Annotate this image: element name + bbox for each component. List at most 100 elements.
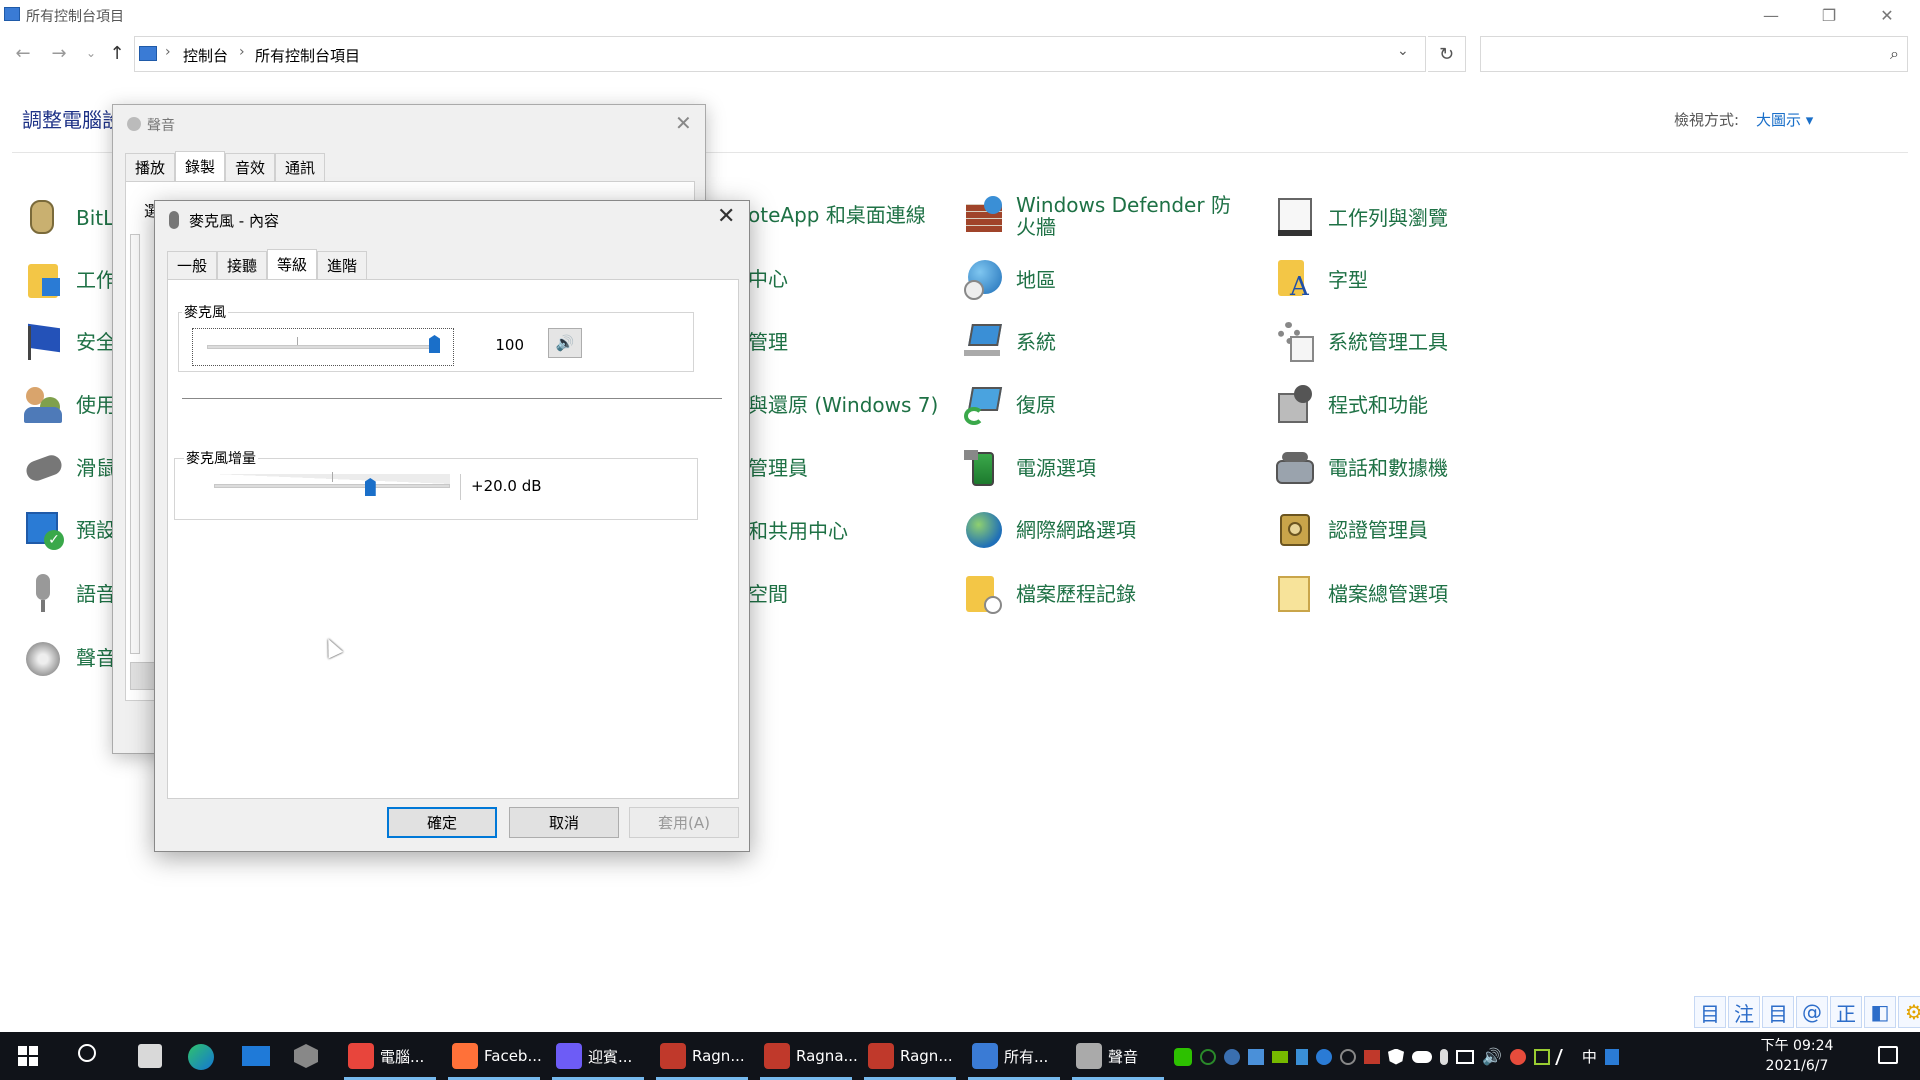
close-button[interactable]: ✕	[1858, 0, 1916, 30]
cp-item-speech-recognition[interactable]: 語音	[22, 572, 116, 616]
cp-item-region[interactable]: 地區	[962, 258, 1056, 302]
cancel-button[interactable]: 取消	[509, 807, 619, 838]
cp-item-recovery[interactable]: 復原	[962, 383, 1056, 427]
ime-tool-icon[interactable]: ⚙	[1898, 996, 1920, 1028]
edge-icon[interactable]	[188, 1044, 214, 1070]
search-icon[interactable]	[78, 1044, 96, 1062]
cp-item-bitlocker[interactable]: BitL	[22, 196, 114, 240]
taskbar-app-button[interactable]: 聲音	[1068, 1032, 1168, 1080]
cp-item-programs-features[interactable]: 程式和功能	[1274, 383, 1428, 427]
cp-item-credential-manager[interactable]: 認證管理員	[1274, 508, 1428, 552]
defender-icon[interactable]	[1388, 1048, 1404, 1065]
cp-item-fonts[interactable]: A 字型	[1274, 258, 1368, 302]
cp-item-network-sharing[interactable]: 和共用中心	[748, 520, 848, 542]
ime-tool-icon[interactable]: 目	[1694, 996, 1726, 1028]
slider-thumb[interactable]	[364, 478, 376, 496]
line-icon[interactable]	[1174, 1047, 1192, 1066]
volume-icon[interactable]: 🔊	[1482, 1047, 1502, 1066]
cp-item-sound[interactable]: 聲音	[22, 636, 116, 680]
restore-button[interactable]: ❐	[1800, 0, 1858, 30]
tab-listen[interactable]: 接聽	[217, 251, 268, 279]
cp-item-internet-options[interactable]: 網際網路選項	[962, 508, 1136, 552]
clock[interactable]: 下午 09:24 2021/6/7	[1752, 1036, 1842, 1076]
cp-item-remoteapp[interactable]: oteApp 和桌面連線	[748, 204, 926, 226]
tray-app-icon[interactable]	[1296, 1048, 1308, 1065]
cp-item-system[interactable]: 系統	[962, 320, 1056, 364]
mic-properties-dialog[interactable]: 麥克風 - 內容 ✕ 一般 接聽 等級 進階 麥克風 100 🔊 麥克風增量 +…	[154, 200, 750, 852]
taskbar-app-button[interactable]: 電腦...	[340, 1032, 440, 1080]
cp-item-default-programs[interactable]: ✓ 預設	[22, 508, 116, 552]
tray-app-icon[interactable]	[1316, 1048, 1332, 1065]
nvidia-icon[interactable]	[1272, 1050, 1288, 1063]
tab-playback[interactable]: 播放	[125, 153, 176, 181]
chevron-down-icon[interactable]: ⌄	[1397, 43, 1409, 59]
slider-thumb[interactable]	[429, 335, 440, 353]
recent-locations-icon[interactable]: ⌄	[78, 40, 104, 66]
tray-app-icon[interactable]	[1533, 1048, 1550, 1065]
cp-item-phone-modem[interactable]: 電話和數據機	[1274, 446, 1448, 490]
microphone-icon[interactable]	[1440, 1048, 1448, 1065]
windows-start-icon[interactable]	[18, 1046, 38, 1066]
taskbar-app-button[interactable]: 迎賓...	[548, 1032, 648, 1080]
network-icon[interactable]	[1456, 1049, 1474, 1064]
taskbar-app-button[interactable]: Ragn...	[860, 1032, 960, 1080]
cp-item-admin-tools[interactable]: 系統管理工具	[1274, 320, 1448, 364]
search-input[interactable]: ⌕	[1480, 36, 1908, 72]
refresh-icon[interactable]: ↻	[1428, 36, 1466, 72]
ime-tool-icon[interactable]: 正	[1830, 996, 1862, 1028]
breadcrumb-all-items[interactable]: 所有控制台項目	[255, 45, 360, 66]
tab-levels[interactable]: 等級	[267, 249, 318, 279]
back-arrow-icon[interactable]: ←	[10, 40, 36, 66]
breadcrumb-control-panel[interactable]: 控制台	[183, 45, 228, 66]
store-icon[interactable]	[138, 1044, 162, 1068]
cp-item-file-explorer-options[interactable]: 檔案總管選項	[1274, 572, 1448, 616]
cp-item-storage-spaces[interactable]: 空間	[748, 583, 788, 605]
view-by-dropdown[interactable]: 大圖示 ▾	[1756, 109, 1813, 130]
pen-icon[interactable]	[1555, 1048, 1577, 1065]
notification-icon[interactable]	[1878, 1046, 1898, 1064]
ok-button[interactable]: 確定	[387, 807, 497, 838]
tray-app-icon[interactable]	[1200, 1048, 1216, 1065]
forward-arrow-icon[interactable]: →	[46, 40, 72, 66]
boost-slider[interactable]	[214, 472, 450, 504]
mute-toggle-button[interactable]: 🔊	[548, 328, 582, 358]
cp-item-backup-restore[interactable]: 與還原 (Windows 7)	[748, 394, 938, 416]
up-arrow-icon[interactable]: ↑	[104, 40, 130, 66]
cp-item-mouse[interactable]: 滑鼠	[22, 446, 116, 490]
cp-item-col2-5[interactable]: 管理員	[748, 457, 808, 479]
taskbar-app-button[interactable]: 所有...	[964, 1032, 1064, 1080]
search-icon[interactable]: ⌕	[1890, 44, 1899, 64]
device-list[interactable]	[130, 234, 140, 654]
tray-app-icon[interactable]	[1509, 1048, 1526, 1065]
cp-item-taskbar-navigation[interactable]: 工作列與瀏覽	[1274, 196, 1448, 240]
cp-item-work-folders[interactable]: 工作	[22, 258, 116, 302]
ime-mode-icon[interactable]	[1604, 1048, 1619, 1065]
cp-item-col2-3[interactable]: 管理	[748, 331, 788, 353]
microphone-slider[interactable]	[192, 328, 454, 366]
taskbar-app-button[interactable]: Faceb...	[444, 1032, 544, 1080]
cp-item-col2-2[interactable]: 中心	[748, 268, 788, 290]
address-bar[interactable]: › 控制台 › 所有控制台項目 ⌄	[134, 36, 1426, 72]
taskbar-app-button[interactable]: Ragn...	[652, 1032, 752, 1080]
tab-sounds[interactable]: 音效	[225, 153, 276, 181]
tray-app-icon[interactable]	[1248, 1048, 1264, 1065]
steam-icon[interactable]	[1224, 1048, 1240, 1065]
tab-recording[interactable]: 錄製	[175, 151, 226, 181]
ime-language-indicator[interactable]: 中	[1582, 1046, 1597, 1067]
ime-tool-icon[interactable]: 目	[1762, 996, 1794, 1028]
tab-communications[interactable]: 通訊	[275, 153, 326, 181]
tab-general[interactable]: 一般	[167, 251, 218, 279]
ime-tool-icon[interactable]: 注	[1728, 996, 1760, 1028]
cp-item-user-accounts[interactable]: 使用	[22, 383, 116, 427]
cp-item-power-options[interactable]: 電源選項	[962, 446, 1096, 490]
mail-icon[interactable]	[242, 1046, 270, 1066]
ime-tool-icon[interactable]: @	[1796, 996, 1828, 1028]
minimize-button[interactable]: —	[1742, 0, 1800, 30]
close-icon[interactable]: ✕	[675, 111, 692, 135]
apply-button[interactable]: 套用(A)	[629, 807, 739, 838]
close-icon[interactable]: ✕	[717, 204, 735, 229]
cp-item-file-history[interactable]: 檔案歷程記錄	[962, 572, 1136, 616]
onedrive-icon[interactable]	[1412, 1050, 1432, 1063]
tray-app-icon[interactable]	[1340, 1048, 1356, 1065]
taskbar-app-button[interactable]: Ragna...	[756, 1032, 858, 1080]
